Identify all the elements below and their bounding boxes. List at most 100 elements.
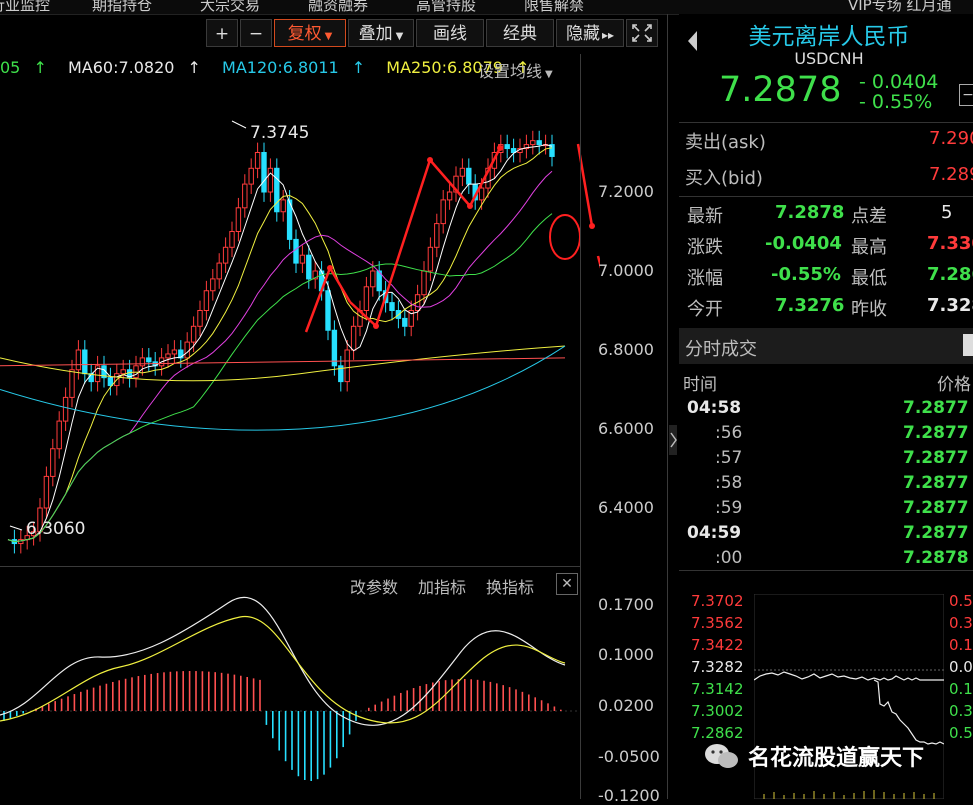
zoom-in-button[interactable]: + xyxy=(206,19,238,47)
ma-legend: 05 ↑ MA60:7.0820 ↑ MA120:6.8011 ↑ MA250:… xyxy=(0,58,545,80)
overlay-label: 叠加 xyxy=(358,24,393,44)
mini-tick: 7.3002 xyxy=(691,702,744,720)
tick-time: :59 xyxy=(715,498,743,518)
stat-value: -0.55% xyxy=(771,264,841,285)
macd-chart[interactable] xyxy=(0,595,580,799)
price-tick: 6.8000 xyxy=(598,340,654,359)
price-change-pct: - 0.55% xyxy=(859,91,933,113)
divider xyxy=(679,196,973,197)
tick-price: 7.2877 xyxy=(903,473,969,493)
overlay-dropdown[interactable]: 叠加 ▼ xyxy=(348,19,414,47)
watermark-text: 名花流股道赢天下 xyxy=(748,746,925,771)
candlestick-chart[interactable]: 7.3745 6.3060 xyxy=(0,80,600,560)
tick-price: 7.2877 xyxy=(903,398,969,418)
high-label: 7.3745 xyxy=(250,123,309,143)
panel-divider xyxy=(667,14,668,799)
ma-partial: 05 ↑ xyxy=(0,58,47,77)
bid-value: 7.289 xyxy=(929,164,973,185)
chevron-down-icon: ▼ xyxy=(545,69,553,80)
minimize-button[interactable]: − xyxy=(959,84,973,106)
stat-label: 点差 xyxy=(851,206,887,227)
menu-item[interactable]: 大宗交易 xyxy=(200,0,260,14)
macd-tick: 0.0200 xyxy=(598,696,654,715)
adjust-dropdown[interactable]: 复权 ▼ xyxy=(274,19,346,47)
divider xyxy=(679,570,973,571)
annotations-group: 7.3745 6.3060 xyxy=(9,120,600,539)
adjust-label: 复权 xyxy=(287,24,322,44)
low-label: 6.3060 xyxy=(26,519,85,539)
symbol-code: USDCNH xyxy=(794,49,864,68)
macd-tick: -0.0500 xyxy=(598,747,660,766)
price-change: - 0.0404 xyxy=(859,71,939,93)
macd-tick: -0.1200 xyxy=(598,786,660,805)
macd-tick: 0.1700 xyxy=(598,595,654,614)
mini-tick: 0.3 xyxy=(949,614,973,632)
close-icon[interactable]: ✕ xyxy=(556,573,578,595)
menu-item[interactable]: 行业监控 xyxy=(0,0,50,14)
tick-time: :56 xyxy=(715,423,743,443)
hide-label: 隐藏 xyxy=(565,24,600,44)
last-price: 7.2878 xyxy=(719,70,842,110)
quote-panel: 美元离岸人民币 USDCNH 7.2878 - 0.0404 - 0.55% −… xyxy=(679,14,973,799)
menu-item[interactable]: 高管持股 xyxy=(416,0,476,14)
tick-price: 7.2878 xyxy=(903,548,969,568)
stat-row: 涨跌 -0.0404 最高 7.330 xyxy=(679,233,973,263)
collapse-handle[interactable] xyxy=(669,425,677,455)
tick-time: 04:58 xyxy=(687,398,742,418)
price-tick: 7.0000 xyxy=(598,261,654,280)
mini-tick: 0.1 xyxy=(949,636,973,654)
symbol-name: 美元离岸人民币 xyxy=(748,24,910,50)
ma-settings-button[interactable]: 设置均线 ▼ xyxy=(478,58,553,82)
mini-tick: 0.3 xyxy=(949,702,973,720)
ask-label: 卖出(ask) xyxy=(685,132,766,153)
stat-value: 7.2878 xyxy=(775,202,845,223)
ask-value: 7.290 xyxy=(929,128,973,149)
classic-button[interactable]: 经典 xyxy=(486,19,554,47)
menu-item[interactable]: 期指持仓 xyxy=(92,0,152,14)
mini-tick: 0.5 xyxy=(949,724,973,742)
ticks-title: 分时成交 xyxy=(685,339,757,360)
ticks-header: 分时成交 xyxy=(679,328,973,364)
stat-value: 7.3276 xyxy=(775,295,845,316)
bid-label: 买入(bid) xyxy=(685,168,763,189)
stat-row: 最新 7.2878 点差 5 xyxy=(679,202,973,232)
stat-value: 5 xyxy=(941,202,953,223)
mini-tick: 0.0 xyxy=(949,658,973,676)
menu-item[interactable]: 限售解禁 xyxy=(524,0,584,14)
tick-price: 7.2877 xyxy=(903,423,969,443)
watermark: 名花流股道赢天下 xyxy=(702,738,924,774)
zoom-out-button[interactable]: − xyxy=(240,19,272,47)
price-tick: 6.6000 xyxy=(598,419,654,438)
col-time: 时间 xyxy=(683,375,717,395)
chart-divider xyxy=(580,54,581,799)
divider xyxy=(679,122,973,123)
stat-value: 7.330 xyxy=(927,233,973,254)
tick-time: 04:59 xyxy=(687,523,742,543)
tick-time: :58 xyxy=(715,473,743,493)
stat-row: 今开 7.3276 昨收 7.328 xyxy=(679,295,973,325)
wechat-icon xyxy=(705,744,738,768)
tick-price: 7.2877 xyxy=(903,498,969,518)
ma120-value: MA120:6.8011 ↑ xyxy=(222,58,366,77)
price-axis: 7.2000 7.0000 6.8000 6.6000 6.4000 xyxy=(598,0,668,799)
menu-item[interactable]: 融资融券 xyxy=(308,0,368,14)
tick-price: 7.2877 xyxy=(903,523,969,543)
tick-price: 7.2877 xyxy=(903,448,969,468)
candles-group xyxy=(11,130,555,554)
mini-tick: 7.3702 xyxy=(691,592,744,610)
mini-tick: 7.3142 xyxy=(691,680,744,698)
tick-time: :00 xyxy=(715,548,743,568)
menu-item[interactable]: VIP专场 红月通 xyxy=(848,0,952,14)
macd-tick: 0.1000 xyxy=(598,645,654,664)
ticks-toggle[interactable] xyxy=(963,334,973,356)
stat-label: 最高 xyxy=(851,237,887,258)
stat-label: 最新 xyxy=(687,206,723,227)
prev-symbol-icon[interactable] xyxy=(685,28,701,58)
mini-tick: 7.3422 xyxy=(691,636,744,654)
ma60-value: MA60:7.0820 ↑ xyxy=(67,58,201,77)
col-price: 价格 xyxy=(937,375,971,395)
chart-toolbar: + − 复权 ▼ 叠加 ▼ 画线 经典 隐藏 ▸▸ xyxy=(206,19,660,49)
draw-line-button[interactable]: 画线 xyxy=(416,19,484,47)
price-tick: 6.4000 xyxy=(598,498,654,517)
stat-label: 涨跌 xyxy=(687,237,723,258)
